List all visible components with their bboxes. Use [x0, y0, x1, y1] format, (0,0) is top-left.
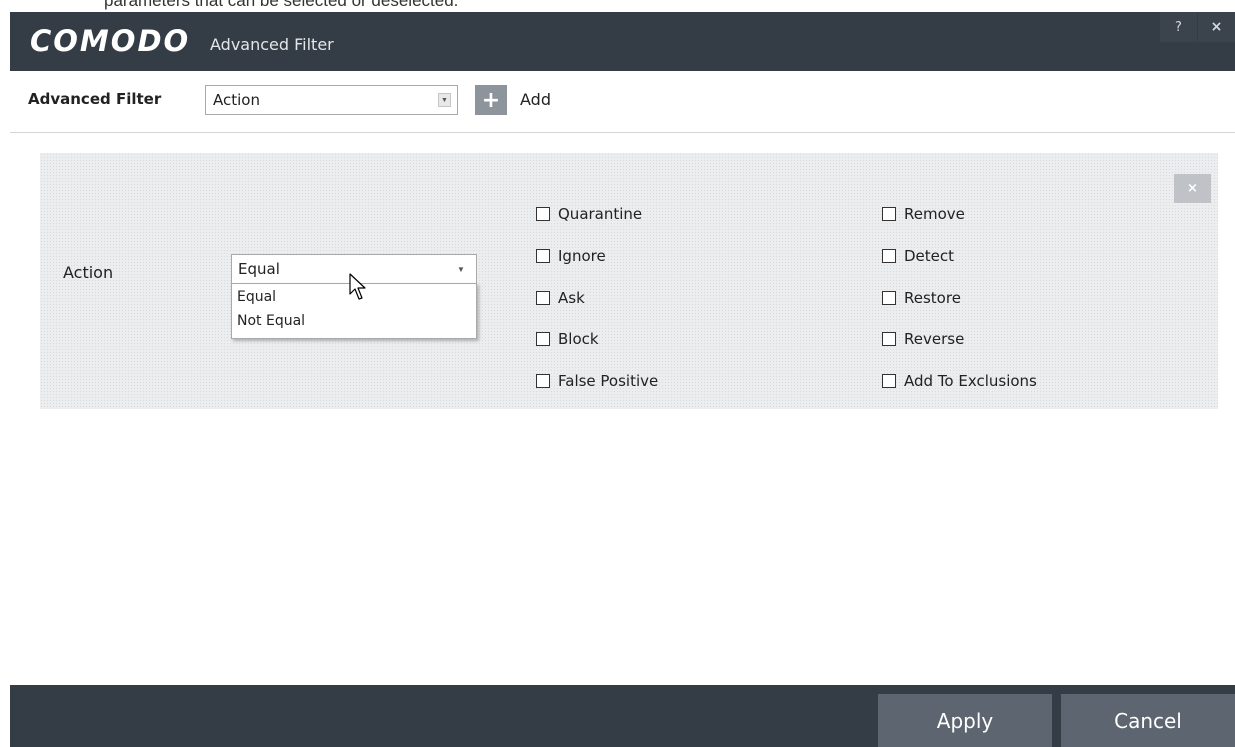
checkbox-icon[interactable]: [882, 332, 896, 346]
checkbox-icon[interactable]: [536, 249, 550, 263]
checkbox-detect[interactable]: Detect: [882, 247, 954, 265]
checkbox-icon[interactable]: [536, 291, 550, 305]
condition-option-equal[interactable]: Equal: [237, 289, 276, 311]
apply-button[interactable]: Apply: [878, 694, 1052, 747]
checkbox-label: Ask: [558, 289, 585, 307]
checkbox-icon[interactable]: [882, 249, 896, 263]
comodo-logo: COMODO: [30, 24, 191, 58]
filter-toolbar: Advanced Filter Action ▼ + Add: [10, 71, 1235, 133]
checkbox-label: Quarantine: [558, 205, 643, 223]
checkbox-quarantine[interactable]: Quarantine: [536, 205, 642, 223]
checkbox-label: Block: [558, 330, 599, 348]
filter-content-area: × Action Equal ▼ Equal Not Equal Quarant…: [10, 133, 1235, 685]
checkbox-label: Restore: [904, 289, 961, 307]
help-button[interactable]: ?: [1160, 12, 1197, 42]
window-close-button[interactable]: ×: [1198, 12, 1235, 42]
checkbox-label: Detect: [904, 247, 955, 265]
title-bar: COMODO Advanced Filter ? ×: [10, 12, 1235, 71]
dialog-footer: Apply Cancel: [10, 685, 1235, 747]
checkbox-block[interactable]: Block: [536, 330, 599, 348]
remove-filter-button[interactable]: ×: [1174, 174, 1211, 203]
checkbox-label: False Positive: [558, 372, 659, 390]
mouse-pointer-icon: [349, 273, 366, 300]
add-filter-button[interactable]: +: [475, 85, 507, 115]
filter-type-select[interactable]: Action ▼: [205, 85, 458, 115]
checkbox-icon[interactable]: [882, 374, 896, 388]
window-title: Advanced Filter: [210, 35, 334, 54]
checkbox-ignore[interactable]: Ignore: [536, 247, 606, 265]
checkbox-label: Ignore: [558, 247, 606, 265]
condition-value: Equal: [238, 260, 280, 278]
checkbox-label: Remove: [904, 205, 965, 223]
checkbox-remove[interactable]: Remove: [882, 205, 965, 223]
add-filter-label[interactable]: Add: [520, 90, 551, 109]
checkbox-icon[interactable]: [536, 207, 550, 221]
close-icon: ×: [1210, 19, 1223, 35]
checkbox-icon[interactable]: [536, 374, 550, 388]
advanced-filter-label: Advanced Filter: [28, 90, 162, 108]
checkbox-ask[interactable]: Ask: [536, 289, 585, 307]
page-caption: parameters that can be selected or desel…: [104, 0, 459, 10]
plus-icon: +: [481, 87, 501, 113]
action-filter-panel: × Action Equal ▼ Equal Not Equal Quarant…: [40, 153, 1218, 409]
checkbox-false-positive[interactable]: False Positive: [536, 372, 658, 390]
cancel-button[interactable]: Cancel: [1061, 694, 1235, 747]
close-icon: ×: [1187, 181, 1198, 196]
checkbox-label: Reverse: [904, 330, 965, 348]
checkbox-icon[interactable]: [882, 291, 896, 305]
chevron-down-icon[interactable]: ▼: [438, 93, 451, 107]
chevron-down-icon[interactable]: ▼: [450, 257, 472, 281]
checkbox-reverse[interactable]: Reverse: [882, 330, 964, 348]
condition-option-not-equal[interactable]: Not Equal: [237, 313, 305, 335]
checkbox-icon[interactable]: [536, 332, 550, 346]
checkbox-restore[interactable]: Restore: [882, 289, 961, 307]
checkbox-label: Add To Exclusions: [904, 372, 1037, 390]
filter-field-label: Action: [63, 263, 114, 282]
advanced-filter-window: COMODO Advanced Filter ? × Advanced Filt…: [10, 12, 1235, 747]
filter-type-value: Action: [213, 91, 260, 109]
help-icon: ?: [1175, 19, 1182, 35]
checkbox-icon[interactable]: [882, 207, 896, 221]
checkbox-add-to-exclusions[interactable]: Add To Exclusions: [882, 372, 1037, 390]
